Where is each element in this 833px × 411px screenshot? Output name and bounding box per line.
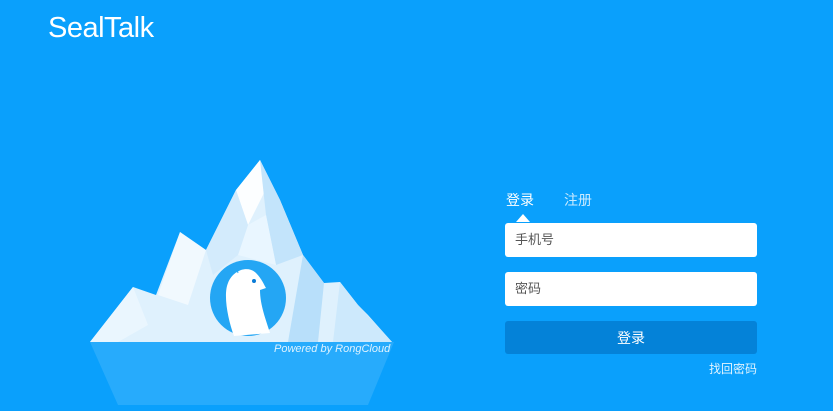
powered-by-credit: Powered by RongCloud <box>274 343 391 355</box>
forgot-password-link[interactable]: 找回密码 <box>709 360 757 377</box>
password-input[interactable] <box>505 272 757 306</box>
iceberg-seal-illustration <box>90 160 394 405</box>
tab-login[interactable]: 登录 <box>506 190 534 210</box>
tab-register[interactable]: 注册 <box>564 190 592 210</box>
active-tab-caret <box>516 214 530 222</box>
login-button[interactable]: 登录 <box>505 321 757 354</box>
phone-input[interactable] <box>505 223 757 257</box>
app-logo: SealTalk <box>48 12 154 44</box>
